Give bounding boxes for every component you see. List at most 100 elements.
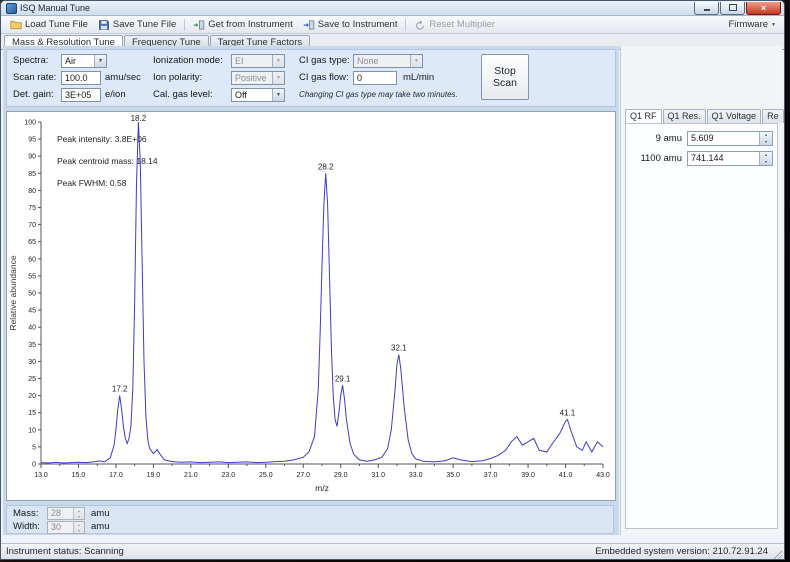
chevron-down-icon: ▼	[272, 89, 284, 101]
get-from-instrument-button[interactable]: Get from Instrument	[188, 18, 297, 32]
x-axis-title: m/z	[315, 483, 329, 493]
embedded-version: Embedded system version: 210.72.91.24	[595, 546, 768, 557]
ionization-mode-select: EI ▼	[231, 54, 285, 68]
svg-text:15: 15	[28, 410, 36, 417]
close-button[interactable]: ×	[746, 1, 781, 15]
svg-text:13.0: 13.0	[34, 472, 48, 479]
tab-q1-re[interactable]: Re	[762, 109, 784, 123]
svg-text:31.0: 31.0	[371, 472, 385, 479]
tab-label: Q1 Voltage	[711, 111, 757, 121]
toolbar-button-label: Save to Instrument	[317, 19, 398, 30]
tune-page: Spectra: Air ▼ Scan rate: 100.0 amu/sec …	[3, 46, 619, 535]
width-value: 30	[51, 522, 62, 532]
svg-text:15.0: 15.0	[72, 472, 86, 479]
svg-text:65: 65	[28, 239, 36, 246]
svg-text:37.0: 37.0	[484, 472, 498, 479]
y-axis-title: Relative abundance	[8, 255, 18, 330]
mass-unit: amu	[91, 508, 110, 519]
svg-text:21.0: 21.0	[184, 472, 198, 479]
scan-rate-input[interactable]: 100.0	[61, 71, 101, 85]
open-folder-icon	[10, 19, 22, 31]
svg-text:33.0: 33.0	[409, 472, 423, 479]
toolbar: Load Tune File Save Tune File Get from I…	[1, 16, 784, 34]
spectrum-chart[interactable]: 13.0 15.0 17.0 19.0 21.0 23.0 25.0 27.0 29.0 31.0…	[6, 111, 616, 501]
maximize-button[interactable]	[720, 1, 745, 15]
tab-label: Re	[767, 111, 779, 121]
toolbar-separator	[405, 18, 407, 31]
minimize-button[interactable]	[694, 1, 719, 15]
det-gain-label: Det. gain:	[13, 89, 54, 100]
chevron-down-icon: ▼	[771, 21, 776, 28]
cal-gas-level-select[interactable]: Off ▼	[231, 88, 285, 102]
svg-text:50: 50	[28, 291, 36, 298]
peak-label: 17.2	[112, 385, 128, 394]
mass-label: Mass:	[13, 508, 39, 519]
titlebar[interactable]: ISQ Manual Tune ×	[1, 1, 784, 16]
ion-polarity-value: Positive	[235, 73, 267, 83]
save-disk-icon	[98, 19, 110, 31]
svg-text:0: 0	[32, 462, 36, 469]
peak-annotation: Peak centroid mass: 18.14	[57, 156, 158, 166]
q1-rf-9amu-spinner[interactable]: 5.609 ▴ ▾	[687, 131, 773, 146]
spectra-select[interactable]: Air ▼	[61, 54, 107, 68]
svg-text:29.0: 29.0	[334, 472, 348, 479]
ci-gas-flow-input[interactable]: 0	[353, 71, 397, 85]
mass-value: 28	[51, 508, 62, 518]
svg-text:35: 35	[28, 342, 36, 349]
svg-text:10: 10	[28, 427, 36, 434]
ci-gas-note: Changing CI gas type may take two minute…	[299, 90, 458, 99]
ion-polarity-label: Ion polarity:	[153, 72, 203, 83]
spin-down-icon[interactable]: ▾	[760, 159, 772, 166]
svg-text:25.0: 25.0	[259, 472, 273, 479]
svg-text:5: 5	[32, 444, 36, 451]
app-icon	[6, 2, 17, 14]
det-gain-unit: e/ion	[105, 89, 126, 100]
resize-grip-icon[interactable]	[772, 549, 782, 559]
reset-multiplier-button: Reset Multiplier	[409, 18, 499, 32]
mass-width-panel: Mass: 28 ▴ ▾ amu Width: 30 ▴ ▾ amu	[6, 505, 614, 534]
toolbar-button-label: Load Tune File	[25, 19, 88, 30]
svg-text:40: 40	[28, 325, 36, 332]
svg-text:45: 45	[28, 308, 36, 315]
chevron-down-icon: ▼	[272, 72, 284, 84]
width-unit: amu	[91, 521, 110, 532]
svg-text:85: 85	[28, 171, 36, 178]
reset-multiplier-icon	[414, 19, 426, 31]
minimize-icon	[703, 8, 710, 11]
tab-q1-rf[interactable]: Q1 RF	[625, 109, 662, 124]
peak-label: 41.1	[560, 409, 576, 418]
spin-down-icon: ▾	[77, 527, 80, 533]
spectra-label: Spectra:	[13, 55, 49, 66]
svg-text:25: 25	[28, 376, 36, 383]
save-to-instrument-button[interactable]: Save to Instrument	[298, 18, 403, 32]
stop-scan-button[interactable]: Stop Scan	[481, 54, 529, 100]
ci-gas-flow-unit: mL/min	[403, 72, 435, 83]
tab-label: Q1 Res.	[667, 111, 701, 121]
q1-rf-1100amu-spinner[interactable]: 741.144 ▴ ▾	[687, 151, 773, 166]
field-label: 9 amu	[655, 133, 682, 144]
status-bar: Instrument status: Scanning Embedded sys…	[1, 543, 784, 559]
close-icon: ×	[760, 2, 767, 13]
peak-label: 18.2	[131, 114, 147, 123]
firmware-menu[interactable]: Firmware ▼	[724, 18, 780, 31]
q1-rf-row-9amu: 9 amu 5.609 ▴ ▾	[626, 131, 777, 146]
tab-q1-res[interactable]: Q1 Res.	[662, 109, 706, 123]
svg-text:95: 95	[28, 137, 36, 144]
instrument-status: Instrument status: Scanning	[6, 546, 124, 557]
firmware-label: Firmware	[728, 19, 769, 30]
svg-text:75: 75	[28, 205, 36, 212]
svg-text:17.0: 17.0	[109, 472, 123, 479]
det-gain-input[interactable]: 3E+05	[61, 88, 101, 102]
spin-down-icon[interactable]: ▾	[760, 139, 772, 146]
tab-q1-voltage[interactable]: Q1 Voltage	[706, 109, 762, 123]
toolbar-button-label: Get from Instrument	[208, 19, 293, 30]
svg-text:19.0: 19.0	[147, 472, 161, 479]
svg-text:30: 30	[28, 359, 36, 366]
q1-rf-row-1100amu: 1100 amu 741.144 ▴ ▾	[626, 151, 777, 166]
width-spinner: 30 ▴ ▾	[47, 521, 85, 534]
load-tune-file-button[interactable]: Load Tune File	[5, 18, 93, 32]
ionization-mode-value: EI	[235, 56, 244, 66]
field-value: 741.144	[691, 153, 724, 163]
ion-polarity-select: Positive ▼	[231, 71, 285, 85]
save-tune-file-button[interactable]: Save Tune File	[93, 18, 181, 32]
